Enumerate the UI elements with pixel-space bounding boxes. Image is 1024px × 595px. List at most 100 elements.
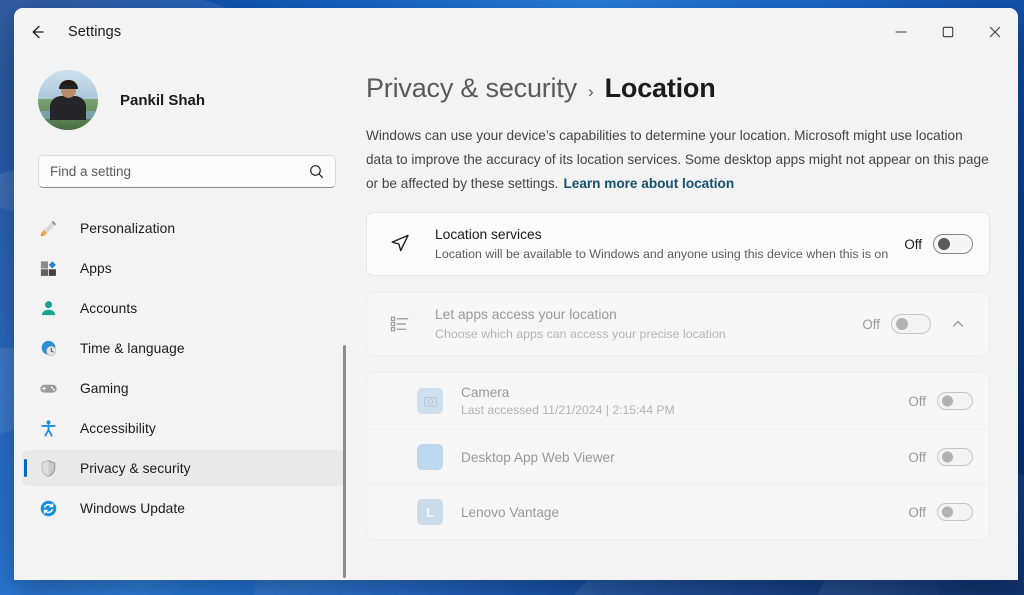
app-toggle-label: Off [908, 450, 926, 465]
arrow-left-icon [28, 23, 46, 41]
app-toggle-control: Off [908, 392, 973, 410]
app-text: Lenovo Vantage [461, 503, 896, 522]
location-services-toggle-label: Off [904, 237, 922, 252]
app-text: Camera Last accessed 11/21/2024 | 2:15:4… [461, 383, 896, 419]
app-toggle[interactable] [937, 448, 973, 466]
blank-square-icon [417, 444, 443, 470]
sidebar-item-gaming[interactable]: Gaming [22, 370, 346, 406]
sidebar-item-label: Windows Update [80, 501, 185, 516]
sidebar-scrollbar[interactable] [343, 345, 346, 578]
back-button[interactable] [20, 15, 54, 49]
minimize-icon [895, 26, 907, 38]
let-apps-access-subtitle: Choose which apps can access your precis… [435, 325, 850, 343]
sidebar-item-privacy-security[interactable]: Privacy & security [22, 450, 346, 486]
window-controls [877, 8, 1018, 55]
sidebar-item-time-language[interactable]: Time & language [22, 330, 346, 366]
sidebar-nav: Personalization Apps [14, 210, 358, 526]
settings-window: Settings [14, 8, 1018, 580]
window-titlebar: Settings [14, 8, 1018, 55]
let-apps-access-title: Let apps access your location [435, 305, 850, 324]
location-services-subtitle: Location will be available to Windows an… [435, 245, 892, 263]
sidebar-item-personalization[interactable]: Personalization [22, 210, 346, 246]
sidebar: Pankil Shah [14, 55, 358, 580]
window-body: Pankil Shah [14, 55, 1018, 580]
avatar [38, 70, 98, 130]
apps-grid-icon [38, 258, 58, 278]
letter-icon: L [417, 499, 443, 525]
sidebar-item-windows-update[interactable]: Windows Update [22, 490, 346, 526]
sidebar-item-label: Accounts [80, 301, 137, 316]
location-services-text: Location services Location will be avail… [435, 225, 892, 263]
toggle-knob [942, 396, 953, 407]
toggle-knob [942, 507, 953, 518]
location-services-toggle[interactable] [933, 234, 973, 254]
shield-icon [38, 458, 58, 478]
location-services-control: Off [904, 234, 973, 254]
app-toggle-control: Off [908, 503, 973, 521]
search-icon [309, 164, 324, 179]
list-item[interactable]: Desktop App Web Viewer Off [367, 429, 989, 484]
let-apps-access-text: Let apps access your location Choose whi… [435, 305, 850, 343]
clock-globe-icon [38, 338, 58, 358]
sidebar-item-accounts[interactable]: Accounts [22, 290, 346, 326]
app-name: Lenovo Vantage [461, 503, 896, 522]
app-last-accessed: Last accessed 11/21/2024 | 2:15:44 PM [461, 402, 896, 419]
user-profile[interactable]: Pankil Shah [38, 63, 358, 137]
sidebar-item-label: Accessibility [80, 421, 156, 436]
camera-icon [417, 388, 443, 414]
app-text: Desktop App Web Viewer [461, 448, 896, 467]
accessibility-icon [38, 418, 58, 438]
location-services-card: Location services Location will be avail… [366, 212, 990, 276]
search-input[interactable] [50, 164, 309, 179]
learn-more-link[interactable]: Learn more about location [563, 176, 734, 191]
app-name: Desktop App Web Viewer [461, 448, 896, 467]
sidebar-item-accessibility[interactable]: Accessibility [22, 410, 346, 446]
person-icon [38, 298, 58, 318]
page-title: Location [605, 73, 716, 104]
sidebar-item-label: Apps [80, 261, 112, 276]
minimize-button[interactable] [877, 8, 924, 55]
location-services-row[interactable]: Location services Location will be avail… [367, 213, 989, 275]
toggle-knob [938, 238, 950, 250]
chevron-up-icon[interactable] [943, 309, 973, 339]
chevron-right-icon: › [588, 82, 594, 102]
sidebar-item-label: Gaming [80, 381, 129, 396]
app-title: Settings [68, 24, 121, 40]
location-services-title: Location services [435, 225, 892, 244]
let-apps-access-card: Let apps access your location Choose whi… [366, 292, 990, 356]
close-icon [989, 26, 1001, 38]
let-apps-access-toggle-label: Off [862, 317, 880, 332]
toggle-knob [896, 318, 908, 330]
page-description: Windows can use your device’s capabiliti… [366, 124, 990, 196]
list-item[interactable]: Camera Last accessed 11/21/2024 | 2:15:4… [367, 373, 989, 429]
let-apps-access-control: Off [862, 309, 973, 339]
list-item[interactable]: L Lenovo Vantage Off [367, 484, 989, 539]
app-permissions-card: Camera Last accessed 11/21/2024 | 2:15:4… [366, 372, 990, 540]
location-arrow-icon [383, 232, 417, 256]
search-box[interactable] [38, 155, 336, 188]
sidebar-item-label: Time & language [80, 341, 185, 356]
paintbrush-icon [38, 218, 58, 238]
app-toggle-control: Off [908, 448, 973, 466]
breadcrumb: Privacy & security › Location [366, 73, 990, 104]
desktop-background: Settings [0, 0, 1024, 595]
app-list-icon [383, 313, 417, 335]
app-name: Camera [461, 383, 896, 402]
sidebar-item-label: Personalization [80, 221, 175, 236]
breadcrumb-parent[interactable]: Privacy & security [366, 73, 577, 104]
let-apps-access-toggle[interactable] [891, 314, 931, 334]
app-toggle-label: Off [908, 505, 926, 520]
sidebar-item-apps[interactable]: Apps [22, 250, 346, 286]
update-sync-icon [38, 498, 58, 518]
maximize-button[interactable] [924, 8, 971, 55]
app-toggle[interactable] [937, 503, 973, 521]
toggle-knob [942, 452, 953, 463]
app-toggle[interactable] [937, 392, 973, 410]
profile-name: Pankil Shah [120, 92, 205, 109]
content-pane: Privacy & security › Location Windows ca… [358, 55, 1018, 580]
app-toggle-label: Off [908, 394, 926, 409]
maximize-icon [942, 26, 954, 38]
close-button[interactable] [971, 8, 1018, 55]
gamepad-icon [38, 378, 58, 398]
let-apps-access-row[interactable]: Let apps access your location Choose whi… [367, 293, 989, 355]
